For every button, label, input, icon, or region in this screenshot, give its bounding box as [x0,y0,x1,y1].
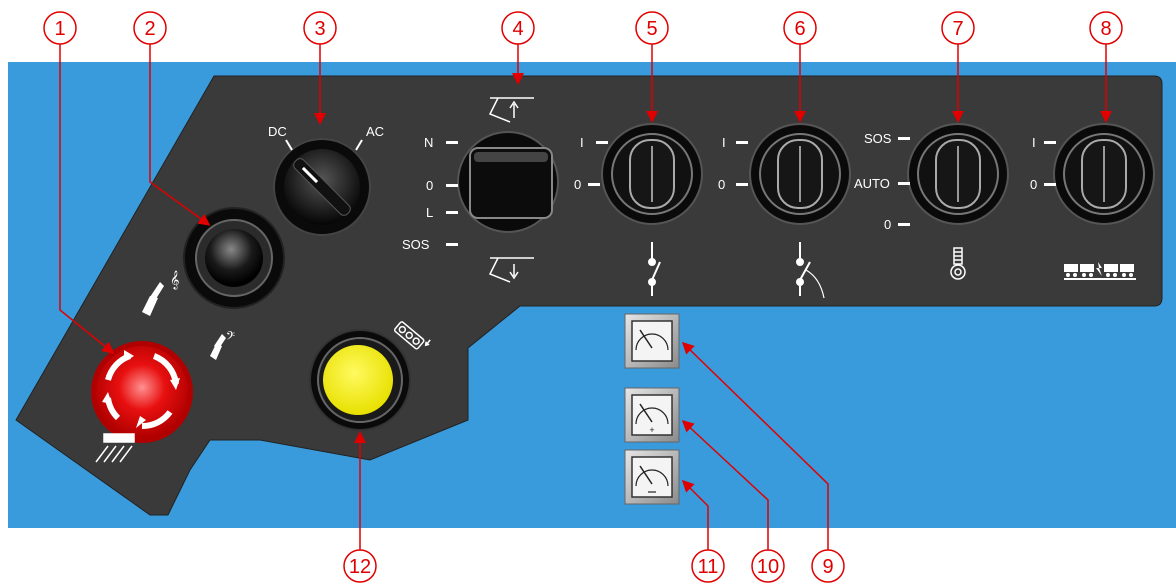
dc-ac-selector[interactable] [273,138,371,236]
svg-text:9: 9 [822,556,833,578]
ac-label: AC [366,124,384,139]
callout-11: 11 [691,549,725,583]
callout-4: 4 [501,11,535,45]
sw4-zero-label: 0 [426,178,433,193]
callout-12: 12 [343,549,377,583]
ammeter-plus-gauge: + [624,387,680,443]
svg-text:1: 1 [54,18,65,40]
main-switch-selector[interactable] [601,123,703,225]
sw7-sos-label: SOS [864,131,892,146]
sw7-zero-label: 0 [884,217,891,232]
callout-7: 7 [941,11,975,45]
sw4-n-label: N [424,135,433,150]
train-coupling-selector[interactable] [1053,123,1155,225]
svg-text:+: + [649,425,654,435]
sw5-one-label: I [580,135,584,150]
svg-text:4: 4 [512,18,523,40]
svg-text:2: 2 [144,18,155,40]
sw8-one-label: I [1032,135,1036,150]
horn-button[interactable] [183,207,285,309]
svg-text:12: 12 [349,556,371,578]
svg-text:5: 5 [646,18,657,40]
breaker-selector[interactable] [749,123,851,225]
sw5-zero-label: 0 [574,177,581,192]
callout-1: 1 [43,11,77,45]
callout-8: 8 [1089,11,1123,45]
callout-10: 10 [751,549,785,583]
svg-text:6: 6 [794,18,805,40]
sw4-sos-label: SOS [402,237,430,252]
sw6-one-label: I [722,135,726,150]
callout-2: 2 [133,11,167,45]
svg-text:𝄢: 𝄢 [226,330,235,346]
voltmeter-gauge [624,313,680,369]
sw4-l-label: L [426,205,433,220]
ammeter-minus-gauge [624,449,680,505]
svg-text:7: 7 [952,18,963,40]
dc-label: DC [268,124,287,139]
svg-text:𝄞: 𝄞 [170,270,179,290]
pantograph-selector[interactable] [457,131,559,233]
heater-selector[interactable] [907,123,1009,225]
sw8-zero-label: 0 [1030,177,1037,192]
callout-5: 5 [635,11,669,45]
svg-text:10: 10 [757,556,779,578]
callout-3: 3 [303,11,337,45]
control-panel-diagram: 𝄞 𝄢 DC AC N 0 L SOS I 0 I 0 SOS AUTO 0 I… [8,11,1176,583]
svg-text:11: 11 [698,556,719,578]
svg-text:8: 8 [1100,18,1111,40]
callout-6: 6 [783,11,817,45]
sw7-auto-label: AUTO [854,176,890,191]
callout-9: 9 [811,549,845,583]
sw6-zero-label: 0 [718,177,725,192]
sanding-button[interactable] [309,329,411,431]
emergency-stop-button[interactable] [91,341,193,443]
svg-text:3: 3 [314,18,325,40]
